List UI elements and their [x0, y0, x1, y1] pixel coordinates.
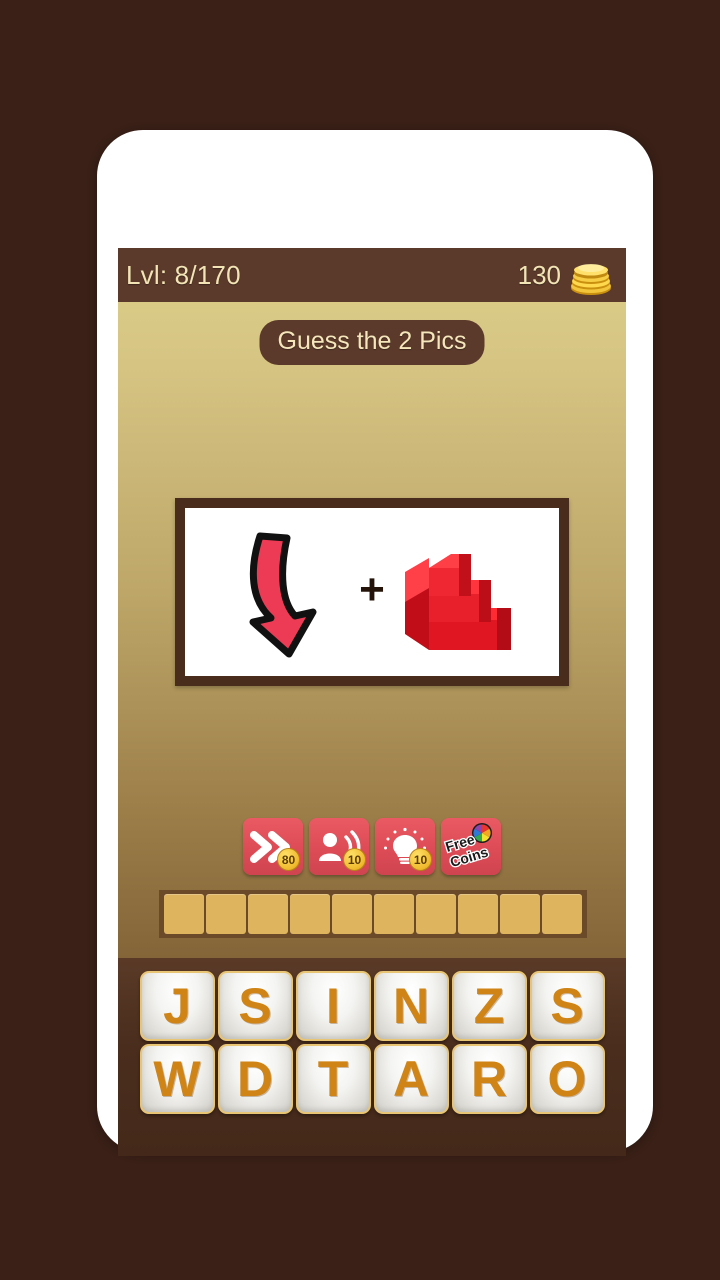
- letter-key-label: I: [326, 978, 340, 1034]
- answer-slot[interactable]: [416, 894, 456, 934]
- free-coins-button[interactable]: Free Coins: [441, 818, 501, 875]
- letter-key-label: S: [238, 978, 272, 1034]
- level-label: Lvl: 8/170: [126, 259, 241, 290]
- skip-cost-badge: 80: [277, 848, 300, 871]
- answer-slot[interactable]: [206, 894, 246, 934]
- letter-key[interactable]: O: [529, 1044, 605, 1114]
- answer-slot[interactable]: [374, 894, 414, 934]
- answer-slot[interactable]: [290, 894, 330, 934]
- letter-key-label: T: [317, 1051, 349, 1107]
- letter-key-label: D: [236, 1051, 274, 1107]
- letter-key[interactable]: N: [373, 971, 449, 1041]
- powerup-bar: 80 10 10 Free Coins: [118, 818, 626, 875]
- ask-friend-cost-badge: 10: [343, 848, 366, 871]
- ask-friend-button[interactable]: 10: [309, 818, 369, 875]
- letter-key-label: Z: [473, 978, 505, 1034]
- letter-keyboard: J S I N Z S W D T A R O: [118, 958, 626, 1156]
- coin-counter[interactable]: 130: [518, 253, 616, 297]
- plus-separator: +: [359, 565, 385, 614]
- letter-key[interactable]: D: [217, 1044, 293, 1114]
- letter-key[interactable]: J: [139, 971, 215, 1041]
- letter-key-label: N: [392, 978, 430, 1034]
- answer-slot-bar: [159, 890, 587, 938]
- coin-count-label: 130: [517, 259, 561, 290]
- letter-key-label: O: [547, 1051, 587, 1107]
- letter-key[interactable]: S: [529, 971, 605, 1041]
- answer-slot[interactable]: [542, 894, 582, 934]
- letter-key[interactable]: R: [451, 1044, 527, 1114]
- letter-key[interactable]: A: [373, 1044, 449, 1114]
- letter-key[interactable]: T: [295, 1044, 371, 1114]
- red-down-arrow-icon: [249, 532, 317, 658]
- letter-key[interactable]: W: [139, 1044, 215, 1114]
- page-title: Guess the 2 Pics: [259, 320, 485, 365]
- letter-key[interactable]: Z: [451, 971, 527, 1041]
- letter-key[interactable]: S: [217, 971, 293, 1041]
- answer-slot[interactable]: [164, 894, 204, 934]
- answer-slot[interactable]: [248, 894, 288, 934]
- keyboard-row-2: W D T A R O: [118, 1044, 626, 1114]
- letter-key-label: S: [550, 978, 584, 1034]
- hint-button[interactable]: 10: [375, 818, 435, 875]
- coin-stack-icon: [571, 264, 611, 295]
- skip-button[interactable]: 80: [243, 818, 303, 875]
- app-root: Lvl: 8/170 130 Guess the 2 Pics + 80 10 …: [0, 0, 720, 1280]
- answer-slot[interactable]: [500, 894, 540, 934]
- letter-key-label: R: [470, 1051, 508, 1107]
- letter-key-label: W: [153, 1051, 201, 1107]
- color-wheel-icon: Free Coins: [442, 823, 492, 871]
- status-bar: Lvl: 8/170 130: [118, 248, 626, 302]
- letter-key[interactable]: I: [295, 971, 371, 1041]
- puzzle-image-frame: +: [175, 498, 569, 686]
- letter-key-label: A: [392, 1051, 430, 1107]
- red-stairs-icon: [404, 554, 511, 650]
- hint-cost-badge: 10: [409, 848, 432, 871]
- answer-slot[interactable]: [458, 894, 498, 934]
- keyboard-row-1: J S I N Z S: [118, 971, 626, 1041]
- answer-slot[interactable]: [332, 894, 372, 934]
- letter-key-label: J: [163, 978, 191, 1034]
- phone-screen: Lvl: 8/170 130 Guess the 2 Pics + 80 10 …: [118, 248, 626, 1156]
